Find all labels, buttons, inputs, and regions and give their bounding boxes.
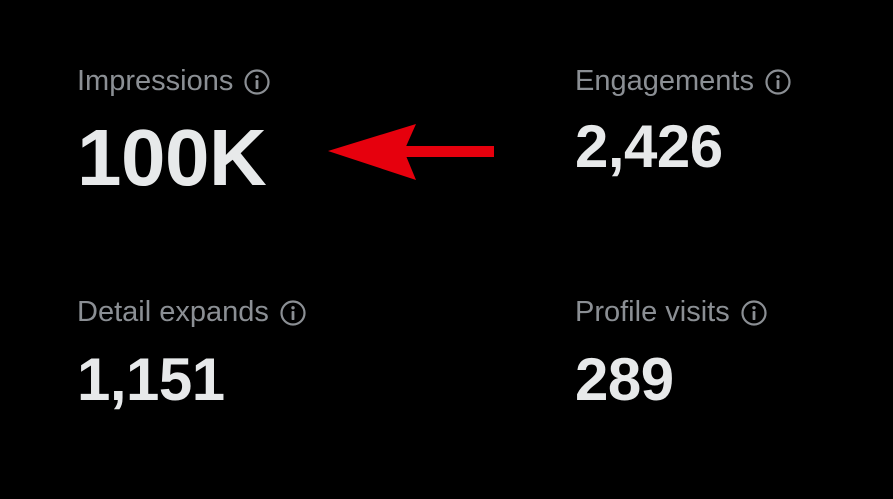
profile-visits-metric: Profile visits 289 <box>575 295 768 411</box>
info-icon[interactable] <box>243 68 271 96</box>
info-icon[interactable] <box>279 299 307 327</box>
detail-expands-header: Detail expands <box>77 295 307 329</box>
engagements-header: Engagements <box>575 64 792 98</box>
impressions-metric: Impressions 100K <box>77 64 271 198</box>
impressions-header: Impressions <box>77 64 271 98</box>
info-icon[interactable] <box>764 68 792 96</box>
profile-visits-value: 289 <box>575 346 674 413</box>
impressions-label: Impressions <box>77 65 234 97</box>
detail-expands-metric: Detail expands 1,151 <box>77 295 307 411</box>
profile-visits-label: Profile visits <box>575 296 730 328</box>
engagements-label: Engagements <box>575 65 754 97</box>
detail-expands-value: 1,151 <box>77 346 225 413</box>
profile-visits-header: Profile visits <box>575 295 768 329</box>
impressions-value: 100K <box>77 113 267 202</box>
engagements-value: 2,426 <box>575 113 723 180</box>
arrow-left-icon <box>328 124 494 180</box>
info-icon[interactable] <box>740 299 768 327</box>
engagements-metric: Engagements 2,426 <box>575 64 792 178</box>
detail-expands-label: Detail expands <box>77 296 269 328</box>
